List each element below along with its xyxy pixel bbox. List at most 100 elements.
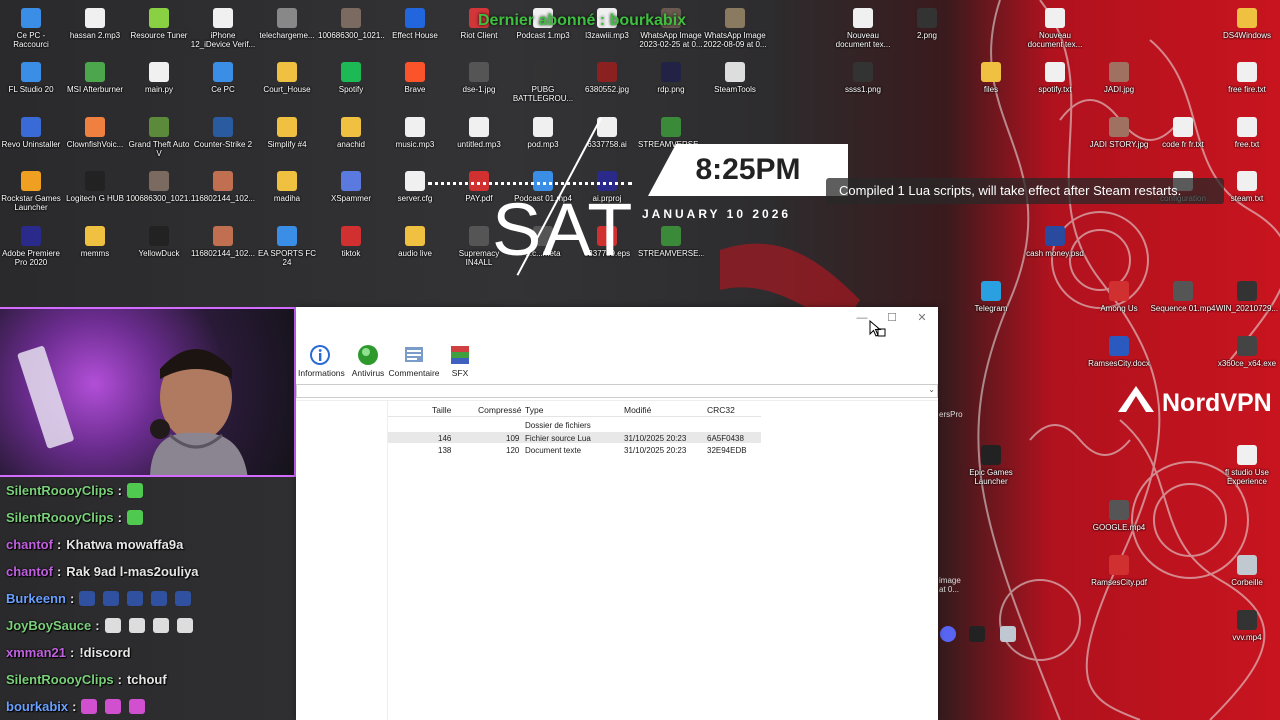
desktop-icon[interactable]: vvv.mp4 [1214, 610, 1280, 642]
desktop-icon[interactable]: GOOGLE.mp4 [1086, 500, 1152, 532]
chat-username[interactable]: chantof [6, 537, 53, 552]
desktop-icon[interactable]: pod.mp3 [510, 117, 576, 149]
desktop-icon[interactable]: WIN_20210729... [1214, 281, 1280, 313]
file-list[interactable]: Taille Compressé Type Modifié CRC32 Doss… [296, 400, 938, 720]
desktop-icon[interactable]: free fire.txt [1214, 62, 1280, 94]
desktop-icon[interactable]: untitled.mp3 [446, 117, 512, 149]
desktop-icon[interactable]: Grand Theft Auto V [126, 117, 192, 158]
desktop-icon[interactable]: Ce PC - Raccourci [0, 8, 64, 49]
table-cell-packed[interactable]: 120 [506, 446, 519, 455]
desktop-icon[interactable]: anachid [318, 117, 384, 149]
chevron-down-icon[interactable]: ⌄ [928, 385, 935, 394]
desktop-icon[interactable]: Revo Uninstaller [0, 117, 64, 149]
table-cell-type[interactable]: Fichier source Lua [525, 434, 591, 443]
column-header-crc32[interactable]: CRC32 [707, 405, 735, 415]
desktop-icon[interactable]: code fr fr.txt [1150, 117, 1216, 149]
desktop-icon[interactable]: spotify.txt [1022, 62, 1088, 94]
column-header-type[interactable]: Type [525, 405, 543, 415]
desktop-icon[interactable]: 2.png [894, 8, 960, 40]
column-header-size[interactable]: Taille [432, 405, 451, 415]
toolbar-antivirus-button[interactable]: Antivirus [348, 344, 388, 378]
column-header-packed[interactable]: Compressé [478, 405, 521, 415]
desktop-icon[interactable]: Telegram [958, 281, 1024, 313]
desktop-icon[interactable]: JADI.jpg [1086, 62, 1152, 94]
recycle-bin-icon[interactable] [1000, 626, 1016, 642]
desktop-icon[interactable]: madiha [254, 171, 320, 203]
desktop-icon[interactable]: RamsesCity.docx [1086, 336, 1152, 368]
chat-username[interactable]: JoyBoySauce [6, 618, 91, 633]
table-cell-type[interactable]: Document texte [525, 446, 581, 455]
desktop-icon[interactable]: Rockstar Games Launcher [0, 171, 64, 212]
desktop-icon[interactable]: YellowDuck [126, 226, 192, 258]
desktop-icon[interactable]: SteamTools [702, 62, 768, 94]
desktop-icon[interactable]: PUBG BATTLEGROU... [510, 62, 576, 103]
desktop-icon[interactable]: Corbeille [1214, 555, 1280, 587]
desktop-icon[interactable]: dse-1.jpg [446, 62, 512, 94]
table-cell-modified[interactable]: 31/10/2025 20:23 [624, 434, 686, 443]
desktop-icon[interactable]: Logitech G HUB [62, 171, 128, 203]
desktop-icon[interactable]: EA SPORTS FC 24 [254, 226, 320, 267]
discord-icon[interactable] [940, 626, 956, 642]
desktop-icon[interactable]: Counter-Strike 2 [190, 117, 256, 149]
desktop-icon[interactable]: music.mp3 [382, 117, 448, 149]
desktop-icon[interactable]: STREAMVERSE... [638, 226, 704, 258]
desktop-icon[interactable]: Nouveau document tex... [830, 8, 896, 49]
epic-games-icon[interactable] [969, 626, 985, 642]
chat-username[interactable]: SilentRoooyClips [6, 483, 114, 498]
desktop-icon[interactable]: 116802144_102... [190, 171, 256, 203]
toolbar-comment-button[interactable]: Commentaire [388, 344, 440, 378]
desktop-icon[interactable]: iPhone 12_iDevice Verif... [190, 8, 256, 49]
chat-username[interactable]: Burkeenn [6, 591, 66, 606]
desktop-icon[interactable]: DS4Windows [1214, 8, 1280, 40]
desktop-icon[interactable]: memms [62, 226, 128, 258]
table-cell-size[interactable]: 138 [438, 446, 451, 455]
chat-username[interactable]: SilentRoooyClips [6, 510, 114, 525]
window-titlebar[interactable]: — ☐ ✕ [296, 307, 938, 339]
desktop-icon[interactable]: Effect House [382, 8, 448, 40]
desktop-icon[interactable]: files [958, 62, 1024, 94]
desktop-icon[interactable]: 116802144_102... [190, 226, 256, 258]
desktop-icon[interactable]: JADI STORY.jpg [1086, 117, 1152, 149]
desktop-icon[interactable]: rdp.png [638, 62, 704, 94]
desktop-icon[interactable]: Sequence 01.mp4 [1150, 281, 1216, 313]
desktop-icon[interactable]: Ce PC [190, 62, 256, 94]
desktop-icon[interactable]: Resource Tuner [126, 8, 192, 40]
desktop-icon[interactable]: 100686300_1021... [126, 171, 192, 203]
desktop-icon[interactable]: telechargeme... [254, 8, 320, 40]
desktop-icon[interactable]: Adobe Premiere Pro 2020 [0, 226, 64, 267]
desktop-icon[interactable]: cash money.psd [1022, 226, 1088, 258]
desktop-icon[interactable]: RamsesCity.pdf [1086, 555, 1152, 587]
desktop-icon[interactable]: 6337758.ai [574, 117, 640, 149]
desktop-icon[interactable]: WhatsApp Image 2022-08-09 at 0... [702, 8, 768, 49]
desktop-icon[interactable]: Among Us [1086, 281, 1152, 313]
desktop-icon[interactable]: Spotify [318, 62, 384, 94]
close-button[interactable]: ✕ [907, 309, 937, 327]
chat-username[interactable]: bourkabix [6, 699, 68, 714]
desktop-icon[interactable]: 6380552.jpg [574, 62, 640, 94]
desktop-icon[interactable]: XSpammer [318, 171, 384, 203]
desktop-icon[interactable]: audio live [382, 226, 448, 258]
desktop-icon[interactable]: ClownfishVoic... [62, 117, 128, 149]
table-cell-crc[interactable]: 32E94EDB [707, 446, 747, 455]
desktop-icon[interactable]: Brave [382, 62, 448, 94]
desktop-icon[interactable]: Simplify #4 [254, 117, 320, 149]
path-bar[interactable]: ⌄ [296, 384, 938, 398]
desktop-icon[interactable]: MSI Afterburner [62, 62, 128, 94]
table-cell-modified[interactable]: 31/10/2025 20:23 [624, 446, 686, 455]
desktop-icon[interactable]: x360ce_x64.exe [1214, 336, 1280, 368]
desktop-icon[interactable]: Epic Games Launcher [958, 445, 1024, 486]
chat-username[interactable]: SilentRoooyClips [6, 672, 114, 687]
column-header-modified[interactable]: Modifié [624, 405, 651, 415]
desktop-icon[interactable]: server.cfg [382, 171, 448, 203]
desktop-icon[interactable]: fl studio Use Experience [1214, 445, 1280, 486]
desktop-icon[interactable]: tiktok [318, 226, 384, 258]
table-cell-crc[interactable]: 6A5F0438 [707, 434, 744, 443]
folder-tree-pane[interactable] [296, 401, 388, 720]
desktop-icon[interactable]: Nouveau document tex... [1022, 8, 1088, 49]
archive-window[interactable]: — ☐ ✕ Informations Antivirus Commentaire [296, 307, 938, 720]
table-cell-size[interactable]: 146 [438, 434, 451, 443]
desktop-icon[interactable]: main.py [126, 62, 192, 94]
desktop-icon[interactable]: ssss1.png [830, 62, 896, 94]
desktop-icon[interactable]: Court_House [254, 62, 320, 94]
desktop-icon[interactable]: free.txt [1214, 117, 1280, 149]
